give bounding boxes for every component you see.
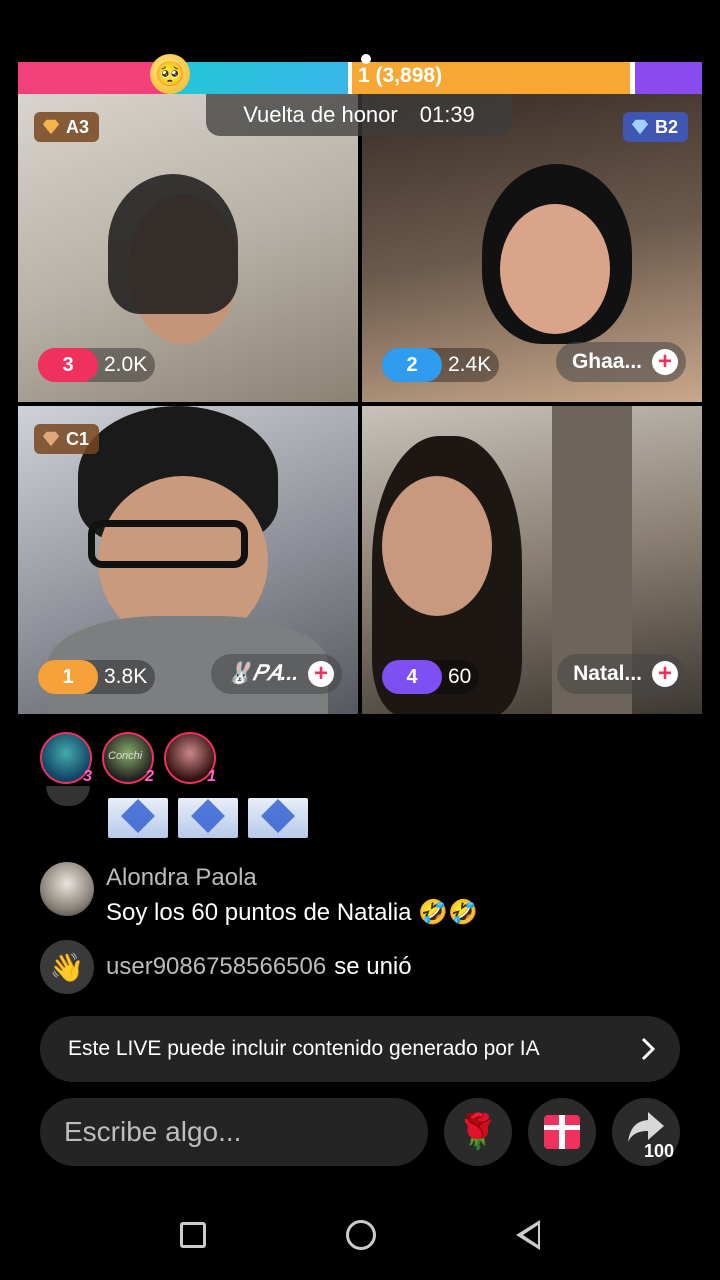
participant-tile-3[interactable]: C1 1 3.8K 🐰𝑃𝐴... + <box>18 406 358 714</box>
join-body: user9086758566506 se unió <box>106 953 412 981</box>
viewer-rank: 2 <box>145 768 154 785</box>
sticker-image <box>108 798 168 838</box>
share-icon <box>628 1112 664 1142</box>
participant-name-pill[interactable]: Natal... + <box>557 654 686 694</box>
participant-name: Natal... <box>573 662 642 685</box>
sticker-image <box>178 798 238 838</box>
score-pill: 4 60 <box>382 660 480 694</box>
score-value: 3.8K <box>104 665 148 688</box>
wave-icon[interactable]: 👋 <box>40 940 94 994</box>
team-purple-segment <box>634 62 702 94</box>
viewer-avatar[interactable]: 1 <box>164 732 216 785</box>
sticker-row <box>108 798 308 838</box>
participant-name-pill[interactable]: Ghaa... + <box>555 342 686 382</box>
participant-name-pill[interactable]: 🐰𝑃𝐴... + <box>210 654 342 694</box>
rose-icon: 🌹 <box>456 1113 500 1151</box>
rank-number: 3 <box>38 348 98 382</box>
timer-value: 01:39 <box>419 102 475 127</box>
participant-video <box>108 174 238 314</box>
team-label: B2 <box>654 116 678 137</box>
team-cyan-segment <box>168 62 348 94</box>
gift-icon <box>544 1115 580 1149</box>
ai-content-notice[interactable]: Este LIVE puede incluir contenido genera… <box>40 1016 680 1082</box>
participant-name: Ghaa... <box>571 350 642 373</box>
joined-username[interactable]: user9086758566506 <box>106 953 326 980</box>
rank-number: 4 <box>382 660 442 694</box>
viewer-avatar-label: Conchi <box>108 750 143 762</box>
plus-icon[interactable]: + <box>308 661 334 687</box>
diamond-icon <box>631 119 649 135</box>
comment-username[interactable]: Alondra Paola <box>106 864 478 892</box>
comment-text: Soy los 60 puntos de Natalia 🤣🤣 <box>106 899 478 926</box>
team-label: A3 <box>66 116 90 137</box>
participant-tile-1[interactable]: A3 3 2.0K <box>18 94 358 402</box>
share-count: 100 <box>643 1141 674 1161</box>
participant-video <box>500 204 610 334</box>
join-notification: 👋 user9086758566506 se unió <box>40 940 412 994</box>
avatar[interactable] <box>40 862 94 916</box>
team-label: C1 <box>66 428 90 449</box>
rank-number: 1 <box>38 660 98 694</box>
score-value: 2.4K <box>448 353 492 376</box>
viewer-avatar[interactable]: Conchi 2 <box>102 732 154 785</box>
top-viewers: 3 Conchi 2 1 <box>40 732 216 785</box>
chat-comment: Alondra Paola Soy los 60 puntos de Natal… <box>40 862 478 927</box>
rose-gift-button[interactable]: 🌹 <box>444 1098 512 1166</box>
plus-icon[interactable]: + <box>652 661 678 687</box>
viewer-avatar[interactable]: 3 <box>40 732 92 785</box>
joined-text: se unió <box>334 953 412 980</box>
team-pink-segment <box>18 62 168 94</box>
score-pill: 3 2.0K <box>38 348 156 382</box>
leader-rank: 1 (3,898) <box>358 64 442 88</box>
plus-icon[interactable]: + <box>652 349 678 375</box>
participant-video <box>382 476 492 616</box>
viewer-rank: 1 <box>207 768 216 785</box>
bar-divider <box>630 62 635 94</box>
score-pill: 1 3.8K <box>38 660 156 694</box>
diamond-icon <box>42 119 60 135</box>
score-pill: 2 2.4K <box>382 348 500 382</box>
timer-label: Vuelta de honor <box>243 102 398 127</box>
participant-tile-4[interactable]: 4 60 Natal... + <box>362 406 702 714</box>
team-badge: B2 <box>622 112 688 142</box>
team-badge: A3 <box>34 112 100 142</box>
bar-divider <box>348 62 352 94</box>
video-grid: A3 3 2.0K B2 2 2.4K Ghaa... + C1 1 3.8K … <box>18 94 702 714</box>
rank-number: 2 <box>382 348 442 382</box>
diamond-icon <box>42 431 60 447</box>
leader-points: (3,898) <box>375 64 443 87</box>
glasses <box>88 520 248 568</box>
participant-name: 🐰𝑃𝐴... <box>226 662 298 685</box>
score-value: 60 <box>448 665 472 688</box>
gift-button[interactable] <box>528 1098 596 1166</box>
score-value: 2.0K <box>104 353 148 376</box>
home-icon[interactable] <box>346 1220 376 1250</box>
bar-dot <box>361 54 371 64</box>
recent-apps-icon[interactable] <box>180 1222 206 1248</box>
comment-input-placeholder: Escribe algo... <box>64 1116 242 1147</box>
viewer-rank: 3 <box>83 768 92 785</box>
system-nav-bar <box>0 1190 720 1280</box>
chevron-right-icon <box>641 1037 656 1061</box>
comment-body: Alondra Paola Soy los 60 puntos de Natal… <box>106 862 478 927</box>
avatar <box>46 786 90 806</box>
comment-input[interactable]: Escribe algo... <box>40 1098 428 1166</box>
sticker-image <box>248 798 308 838</box>
back-icon[interactable] <box>516 1220 540 1250</box>
team-badge: C1 <box>34 424 100 454</box>
participant-tile-2[interactable]: B2 2 2.4K Ghaa... + <box>362 94 702 402</box>
leader-rank-number: 1 <box>358 64 370 87</box>
emoji-face-icon: 🥺 <box>150 54 190 94</box>
share-button[interactable]: 100 <box>612 1098 680 1166</box>
timer-banner: Vuelta de honor 01:39 <box>206 94 512 136</box>
ai-notice-text: Este LIVE puede incluir contenido genera… <box>68 1037 540 1060</box>
